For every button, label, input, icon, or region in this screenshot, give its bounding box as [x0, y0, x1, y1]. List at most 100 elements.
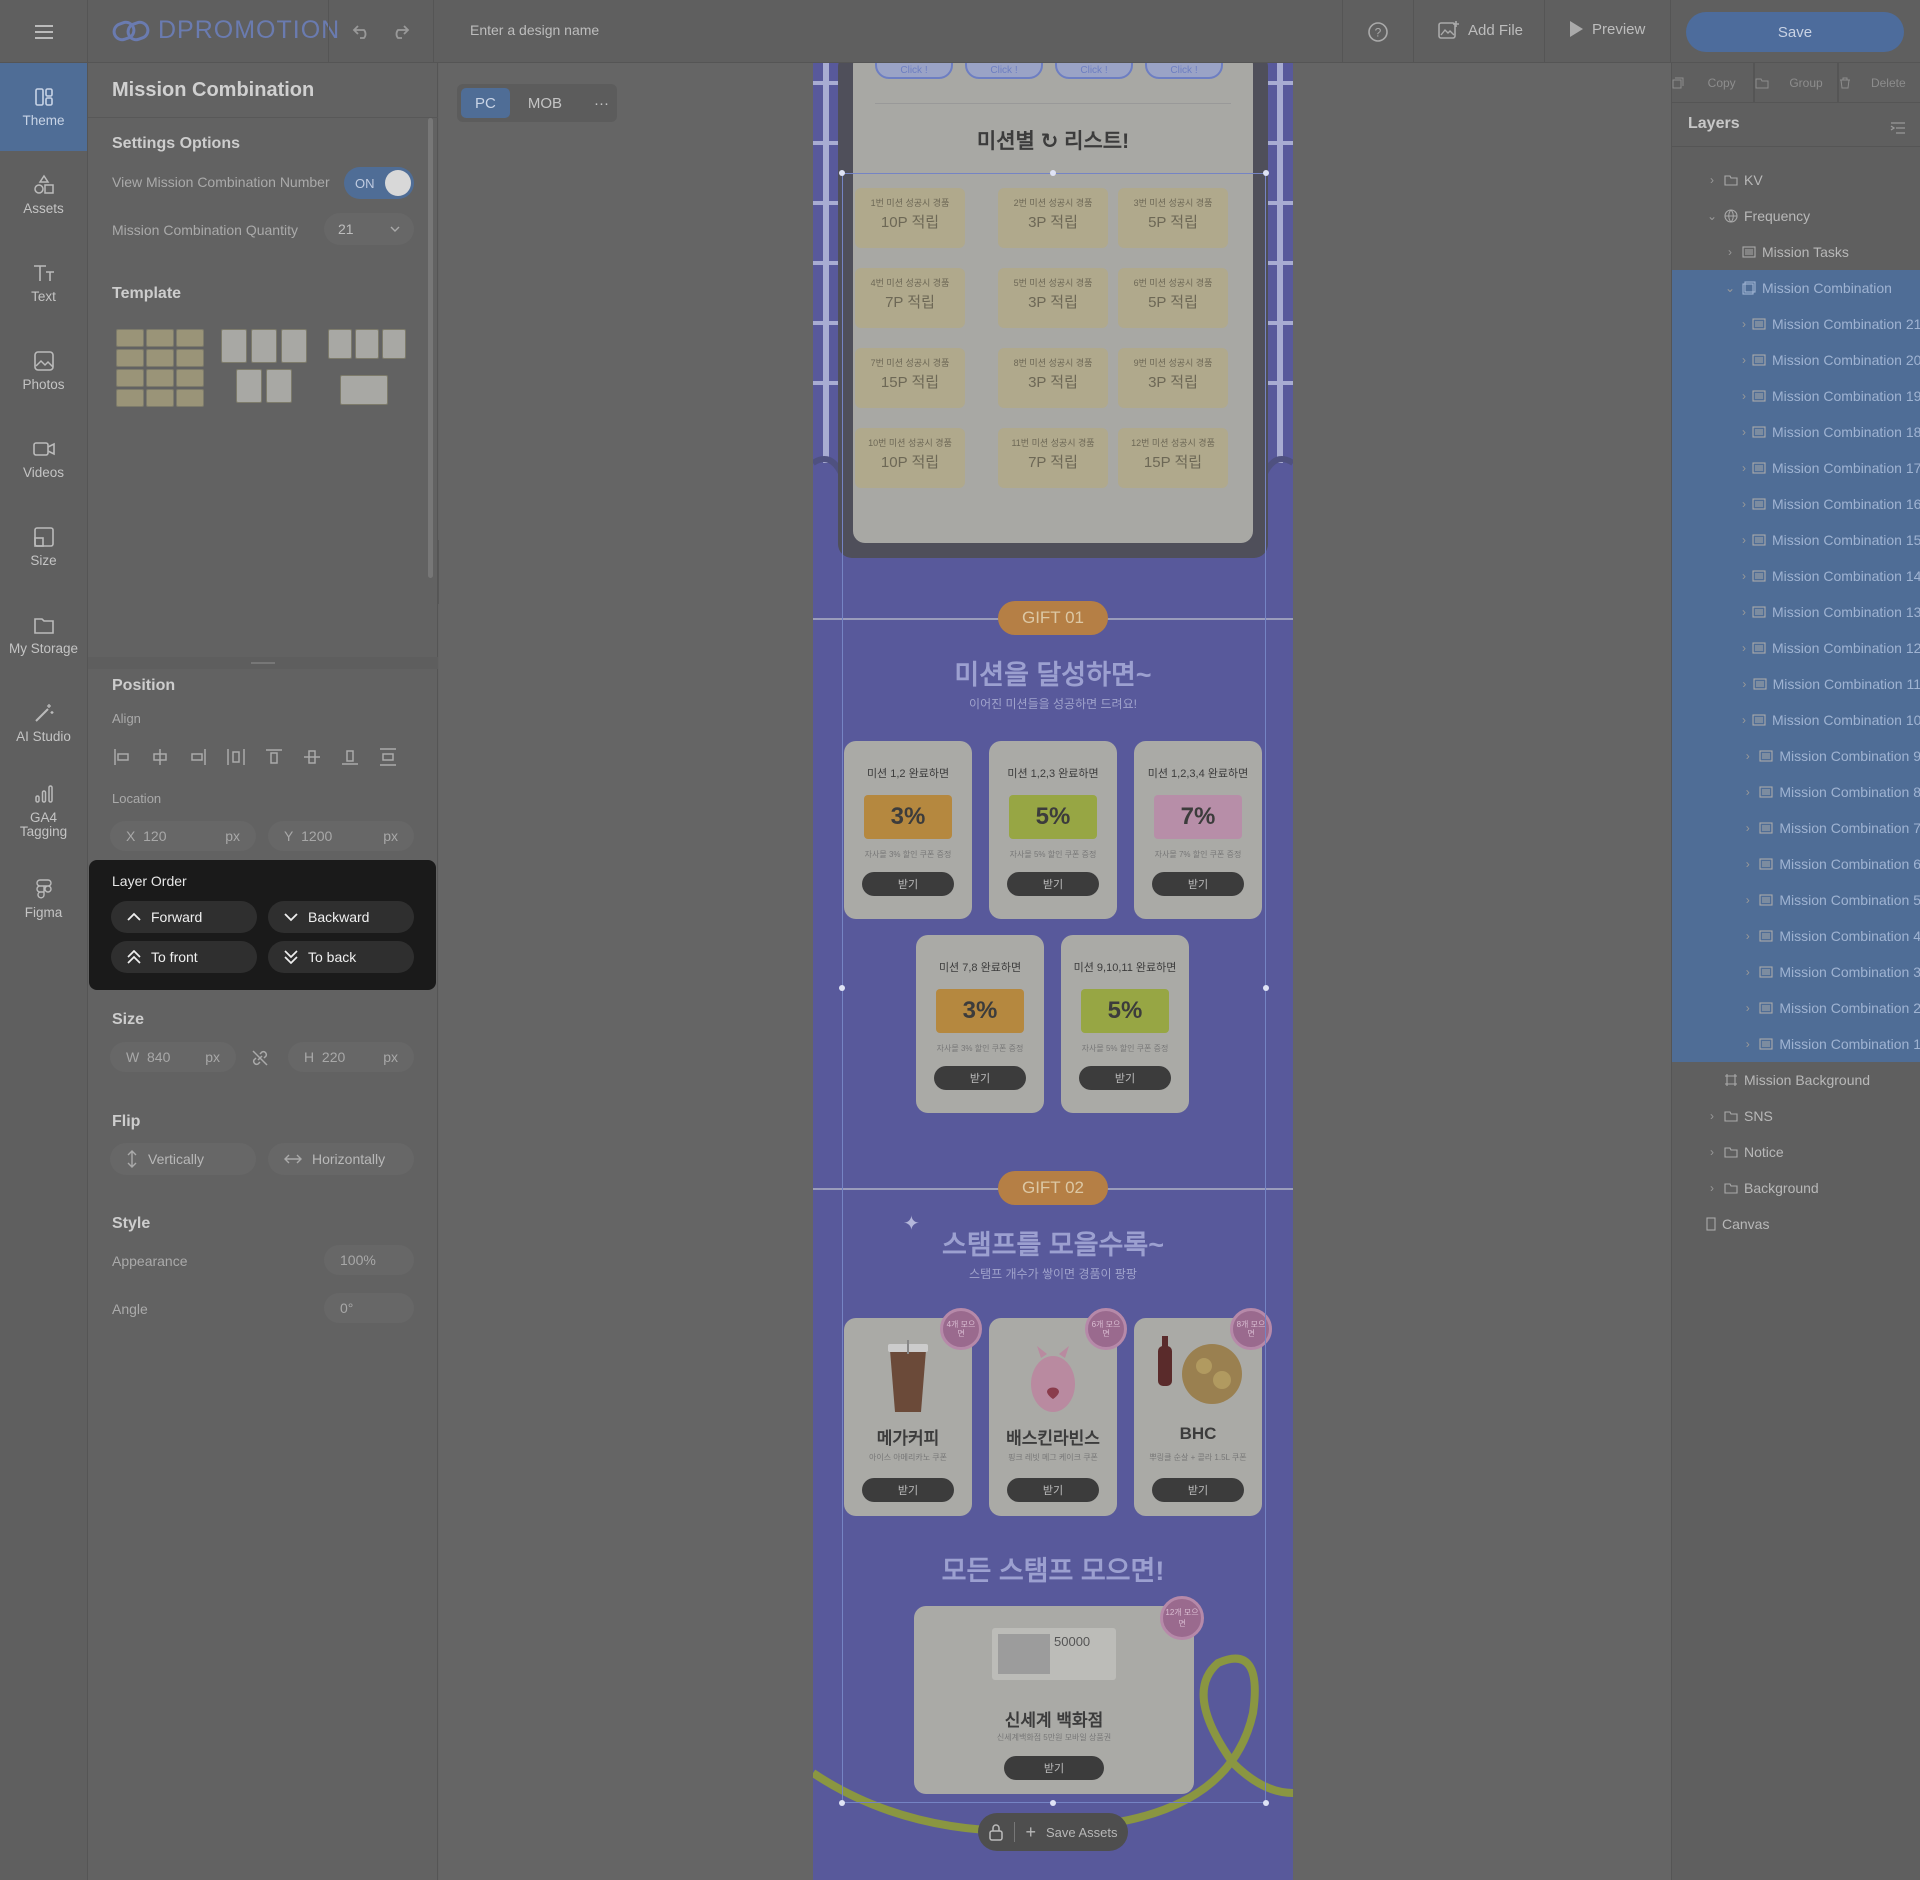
click-button[interactable]: Click !	[1145, 63, 1223, 79]
layer-item[interactable]: › Mission Combination 15	[1672, 522, 1920, 558]
layer-item[interactable]: › Mission Combination 14	[1672, 558, 1920, 594]
layer-item[interactable]: Canvas	[1672, 1206, 1920, 1242]
chevron-right-icon[interactable]: ›	[1724, 245, 1736, 259]
align-center-vertical-icon[interactable]	[300, 745, 324, 769]
preview-button[interactable]: Preview	[1568, 20, 1645, 38]
height-input[interactable]: H 220 px	[288, 1042, 414, 1072]
align-left-icon[interactable]	[110, 745, 134, 769]
group-button[interactable]: Group	[1755, 62, 1839, 103]
click-button[interactable]: Click !	[875, 63, 953, 79]
resize-handle[interactable]	[1263, 1800, 1269, 1806]
resize-handle[interactable]	[839, 985, 845, 991]
chevron-down-icon[interactable]: ⌄	[1706, 209, 1718, 223]
resize-handle[interactable]	[1263, 170, 1269, 176]
template-grid-12[interactable]	[116, 329, 212, 415]
delete-button[interactable]: Delete	[1839, 62, 1920, 103]
layer-item[interactable]: › Mission Combination 2	[1672, 990, 1920, 1026]
view-number-toggle[interactable]: ON	[344, 167, 414, 199]
layer-item[interactable]: › Mission Combination 4	[1672, 918, 1920, 954]
chevron-right-icon[interactable]: ›	[1742, 1037, 1753, 1051]
layer-item[interactable]: › Background	[1672, 1170, 1920, 1206]
to-front-button[interactable]: To front	[111, 941, 257, 973]
chevron-right-icon[interactable]: ›	[1706, 1109, 1718, 1123]
resize-handle[interactable]	[1050, 170, 1056, 176]
layer-item[interactable]: › Mission Combination 3	[1672, 954, 1920, 990]
add-file-button[interactable]: Add File	[1438, 20, 1523, 40]
click-button[interactable]: Click !	[965, 63, 1043, 79]
rail-videos[interactable]: Videos	[0, 415, 87, 503]
distribute-vertical-icon[interactable]	[376, 745, 400, 769]
more-options-button[interactable]: ···	[580, 88, 623, 118]
click-button[interactable]: Click !	[1055, 63, 1133, 79]
app-logo[interactable]: DPROMOTION	[112, 16, 340, 45]
redo-icon[interactable]	[390, 24, 410, 40]
chevron-right-icon[interactable]: ›	[1742, 353, 1746, 367]
layer-item[interactable]: Mission Background	[1672, 1062, 1920, 1098]
layer-item[interactable]: › Mission Combination 10	[1672, 702, 1920, 738]
align-bottom-icon[interactable]	[338, 745, 362, 769]
layer-item[interactable]: › Notice	[1672, 1134, 1920, 1170]
quantity-select[interactable]: 21	[324, 213, 414, 245]
angle-input[interactable]: 0°	[324, 1293, 414, 1323]
rail-my-storage[interactable]: My Storage	[0, 591, 87, 679]
chevron-right-icon[interactable]: ›	[1742, 641, 1746, 655]
chevron-right-icon[interactable]: ›	[1742, 317, 1746, 331]
hamburger-menu-button[interactable]	[0, 0, 88, 63]
chevron-right-icon[interactable]: ›	[1742, 461, 1746, 475]
chevron-right-icon[interactable]: ›	[1742, 1001, 1753, 1015]
rail-figma[interactable]: Figma	[0, 855, 87, 943]
rail-photos[interactable]: Photos	[0, 327, 87, 415]
template-coupons[interactable]	[221, 329, 317, 415]
chevron-right-icon[interactable]: ›	[1706, 1145, 1718, 1159]
y-input[interactable]: Y 1200 px	[268, 821, 414, 851]
help-button[interactable]: ?	[1342, 0, 1414, 63]
chevron-down-icon[interactable]: ⌄	[1724, 281, 1736, 295]
selection-box[interactable]	[842, 173, 1266, 1803]
forward-button[interactable]: Forward	[111, 901, 257, 933]
chevron-right-icon[interactable]: ›	[1742, 785, 1753, 799]
template-stamps[interactable]	[328, 329, 424, 415]
align-right-icon[interactable]	[186, 745, 210, 769]
layer-item[interactable]: › Mission Combination 13	[1672, 594, 1920, 630]
chevron-right-icon[interactable]: ›	[1742, 821, 1753, 835]
x-input[interactable]: X 120 px	[110, 821, 256, 851]
save-button[interactable]: Save	[1686, 12, 1904, 52]
undo-icon[interactable]	[352, 24, 372, 40]
chevron-right-icon[interactable]: ›	[1706, 1181, 1718, 1195]
layer-item[interactable]: › Mission Combination 18	[1672, 414, 1920, 450]
resize-handle[interactable]	[839, 1800, 845, 1806]
layer-item[interactable]: › Mission Combination 12	[1672, 630, 1920, 666]
distribute-horizontal-icon[interactable]	[224, 745, 248, 769]
chevron-right-icon[interactable]: ›	[1742, 389, 1746, 403]
layer-item[interactable]: › Mission Combination 1	[1672, 1026, 1920, 1062]
save-assets-button[interactable]: + Save Assets	[978, 1813, 1128, 1851]
rail-size[interactable]: Size	[0, 503, 87, 591]
rail-ga4-tagging[interactable]: GA4 Tagging	[0, 767, 87, 855]
chevron-right-icon[interactable]: ›	[1742, 713, 1746, 727]
layer-item[interactable]: › Mission Combination 5	[1672, 882, 1920, 918]
resize-handle[interactable]	[1050, 1800, 1056, 1806]
layer-item[interactable]: › Mission Tasks	[1672, 234, 1920, 270]
layer-item[interactable]: › Mission Combination 9	[1672, 738, 1920, 774]
layer-item[interactable]: ⌄ Frequency	[1672, 198, 1920, 234]
layer-item[interactable]: › SNS	[1672, 1098, 1920, 1134]
chevron-right-icon[interactable]: ›	[1742, 605, 1746, 619]
design-name-input[interactable]: Enter a design name	[470, 22, 599, 38]
chevron-right-icon[interactable]: ›	[1742, 749, 1753, 763]
chevron-right-icon[interactable]: ›	[1742, 677, 1747, 691]
layer-item[interactable]: › Mission Combination 7	[1672, 810, 1920, 846]
panel-scrollbar[interactable]	[428, 118, 433, 578]
copy-button[interactable]: Copy	[1672, 62, 1756, 103]
chevron-right-icon[interactable]: ›	[1706, 173, 1718, 187]
collapse-all-icon[interactable]	[1890, 121, 1906, 135]
layer-item[interactable]: › Mission Combination 16	[1672, 486, 1920, 522]
to-back-button[interactable]: To back	[268, 941, 414, 973]
rail-theme[interactable]: Theme	[0, 63, 87, 151]
backward-button[interactable]: Backward	[268, 901, 414, 933]
chevron-right-icon[interactable]: ›	[1742, 425, 1746, 439]
align-top-icon[interactable]	[262, 745, 286, 769]
chevron-right-icon[interactable]: ›	[1742, 497, 1746, 511]
resize-handle[interactable]	[1263, 985, 1269, 991]
layer-item[interactable]: › Mission Combination 11	[1672, 666, 1920, 702]
width-input[interactable]: W 840 px	[110, 1042, 236, 1072]
